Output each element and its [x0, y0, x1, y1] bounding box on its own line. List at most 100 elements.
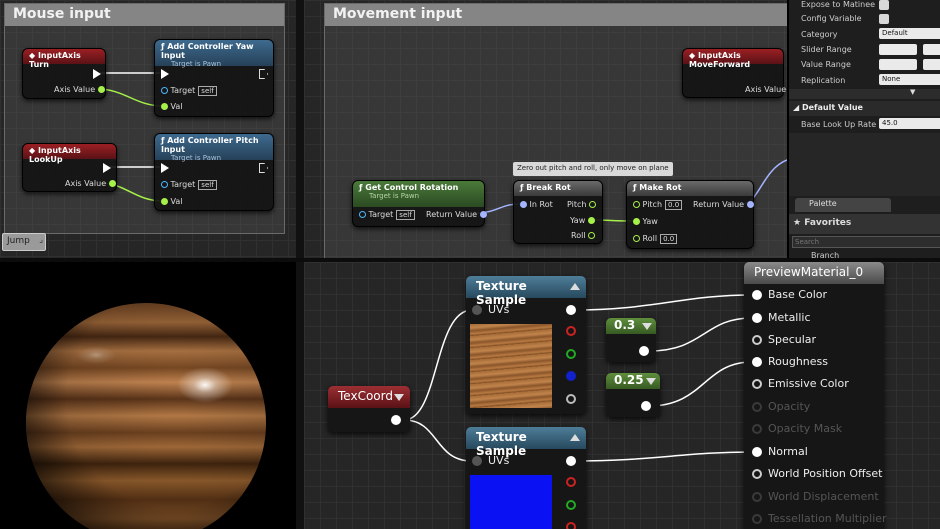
node-header: ƒ Get Control Rotation Target is Pawn [353, 181, 484, 207]
r-output-pin[interactable] [566, 477, 576, 487]
collapse-arrow-icon[interactable] [642, 323, 652, 330]
float-pin[interactable] [589, 201, 597, 208]
object-pin[interactable] [161, 181, 168, 188]
collapse-arrow-icon[interactable] [646, 378, 656, 385]
emissive-color-pin[interactable] [752, 379, 762, 389]
material-preview-viewport[interactable] [0, 262, 296, 529]
event-diamond-icon: ◆ [29, 51, 38, 60]
node-subtitle: Target is Pawn [369, 192, 420, 200]
rotator-pin[interactable] [520, 201, 527, 208]
exec-out-pin[interactable] [103, 163, 111, 173]
node-texcoord[interactable]: TexCoord [328, 386, 410, 432]
node-inputaxis-lookup[interactable]: ◆ InputAxis LookUp Axis Value [22, 143, 117, 192]
resize-grip-icon[interactable]: ⌟ [39, 235, 43, 244]
exec-out-pin[interactable] [259, 163, 268, 173]
normal-pin[interactable] [752, 447, 762, 457]
node-inputaxis-turn[interactable]: ◆ InputAxis Turn Axis Value [22, 48, 106, 99]
slider-range-min-field[interactable] [879, 44, 917, 55]
object-pin[interactable] [161, 87, 168, 94]
float-pin[interactable] [161, 198, 168, 205]
base-color-pin[interactable] [752, 290, 762, 300]
star-icon: ★ [793, 218, 805, 228]
world-displacement-pin [752, 492, 762, 502]
roughness-pin[interactable] [752, 357, 762, 367]
rgb-output-pin[interactable] [566, 305, 576, 315]
float-pin[interactable] [633, 235, 640, 242]
node-add-controller-pitch[interactable]: ƒ Add Controller Pitch Input Target is P… [154, 133, 274, 211]
float-pin[interactable] [587, 217, 595, 224]
node-add-controller-yaw[interactable]: ƒ Add Controller Yaw Input Target is Paw… [154, 39, 274, 117]
exec-out-pin[interactable] [259, 69, 268, 79]
float-pin[interactable] [588, 232, 596, 239]
node-get-control-rotation[interactable]: ƒ Get Control Rotation Target is Pawn Ta… [352, 180, 487, 227]
node-break-rot[interactable]: ƒ Break Rot In Rot Pitch Yaw Roll [513, 180, 603, 244]
node-constant-metallic[interactable]: 0.3 [606, 318, 656, 362]
output-pin[interactable] [391, 415, 401, 425]
exec-in-pin[interactable] [161, 163, 169, 173]
node-texture-sample-2[interactable]: Texture Sample UVs [466, 427, 586, 529]
category-dropdown[interactable]: Default [879, 28, 940, 39]
palette-tab[interactable]: Palette [795, 198, 891, 212]
exec-out-pin[interactable] [93, 69, 101, 79]
comment-bubble[interactable]: Zero out pitch and roll, only move on pl… [513, 162, 673, 176]
b-output-pin[interactable] [566, 371, 576, 381]
uvs-label: UVs [488, 454, 510, 467]
palette-search-input[interactable] [792, 236, 940, 248]
slider-range-max-field[interactable] [923, 44, 940, 55]
collapse-arrow-icon[interactable] [394, 394, 404, 401]
output-pin[interactable] [639, 346, 649, 356]
node-title: TexCoord [338, 389, 393, 403]
collapse-arrow-icon[interactable] [570, 283, 580, 290]
float-pin[interactable] [108, 180, 116, 187]
target-self-field[interactable]: self [198, 86, 217, 96]
constant-value: 0.25 [614, 373, 644, 387]
float-pin[interactable] [633, 201, 640, 208]
object-pin[interactable] [359, 211, 366, 218]
default-value-header[interactable]: ◢ Default Value [789, 101, 940, 116]
blueprint-graph-mouse[interactable]: Mouse input ◆ InputAxis Turn Axis Value … [0, 0, 296, 258]
node-title: Break Rot [526, 183, 571, 192]
exec-in-pin[interactable] [161, 69, 169, 79]
jump-comment-box[interactable]: Jump ⌟ [2, 233, 46, 251]
blueprint-graph-movement[interactable]: Movement input ◆ InputAxis MoveForward A… [304, 0, 787, 258]
output-pin[interactable] [641, 401, 651, 411]
node-make-rot[interactable]: ƒ Make Rot Pitch 0.0 Return Value Yaw Rol… [626, 180, 754, 249]
replication-dropdown[interactable]: None [879, 74, 940, 85]
target-self-field[interactable]: self [198, 180, 217, 190]
node-preview-material[interactable]: PreviewMaterial_0 Base Color Metallic Sp… [744, 262, 887, 529]
r-output-pin[interactable] [566, 326, 576, 336]
g-output-pin[interactable] [566, 500, 576, 510]
pin-row-roll: Roll [571, 231, 596, 240]
roll-value-field[interactable]: 0.0 [660, 234, 678, 244]
base-look-up-rate-field[interactable]: 45.0 [879, 118, 940, 129]
rgb-output-pin[interactable] [566, 456, 576, 466]
b-output-pin[interactable] [566, 522, 576, 529]
opacity-mask-pin [752, 424, 762, 434]
node-constant-roughness[interactable]: 0.25 [606, 373, 660, 417]
config-variable-checkbox[interactable] [879, 14, 889, 24]
target-self-field[interactable]: self [396, 210, 415, 220]
world-position-offset-pin[interactable] [752, 469, 762, 479]
value-range-max-field[interactable] [923, 59, 940, 70]
expose-to-matinee-checkbox[interactable] [879, 0, 889, 10]
metallic-pin[interactable] [752, 313, 762, 323]
favorites-header[interactable]: ★ Favorites [789, 214, 940, 234]
uvs-input-pin[interactable] [472, 305, 482, 315]
normal-map-thumbnail [470, 475, 552, 529]
node-texture-sample-1[interactable]: Texture Sample UVs [466, 276, 586, 414]
pitch-value-field[interactable]: 0.0 [665, 200, 683, 210]
float-pin[interactable] [633, 218, 640, 225]
value-range-min-field[interactable] [879, 59, 917, 70]
node-inputaxis-moveforward[interactable]: ◆ InputAxis MoveForward Axis Value [682, 48, 786, 98]
float-pin[interactable] [97, 86, 105, 93]
float-pin[interactable] [161, 103, 168, 110]
rotator-pin[interactable] [746, 201, 754, 208]
g-output-pin[interactable] [566, 349, 576, 359]
a-output-pin[interactable] [566, 394, 576, 404]
rotator-pin[interactable] [479, 211, 487, 218]
advanced-expander[interactable]: ▼ [789, 88, 940, 99]
uvs-input-pin[interactable] [472, 456, 482, 466]
material-graph[interactable]: TexCoord Texture Sample UVs Texture Samp… [304, 262, 940, 529]
collapse-arrow-icon[interactable] [570, 434, 580, 441]
specular-pin[interactable] [752, 335, 762, 345]
